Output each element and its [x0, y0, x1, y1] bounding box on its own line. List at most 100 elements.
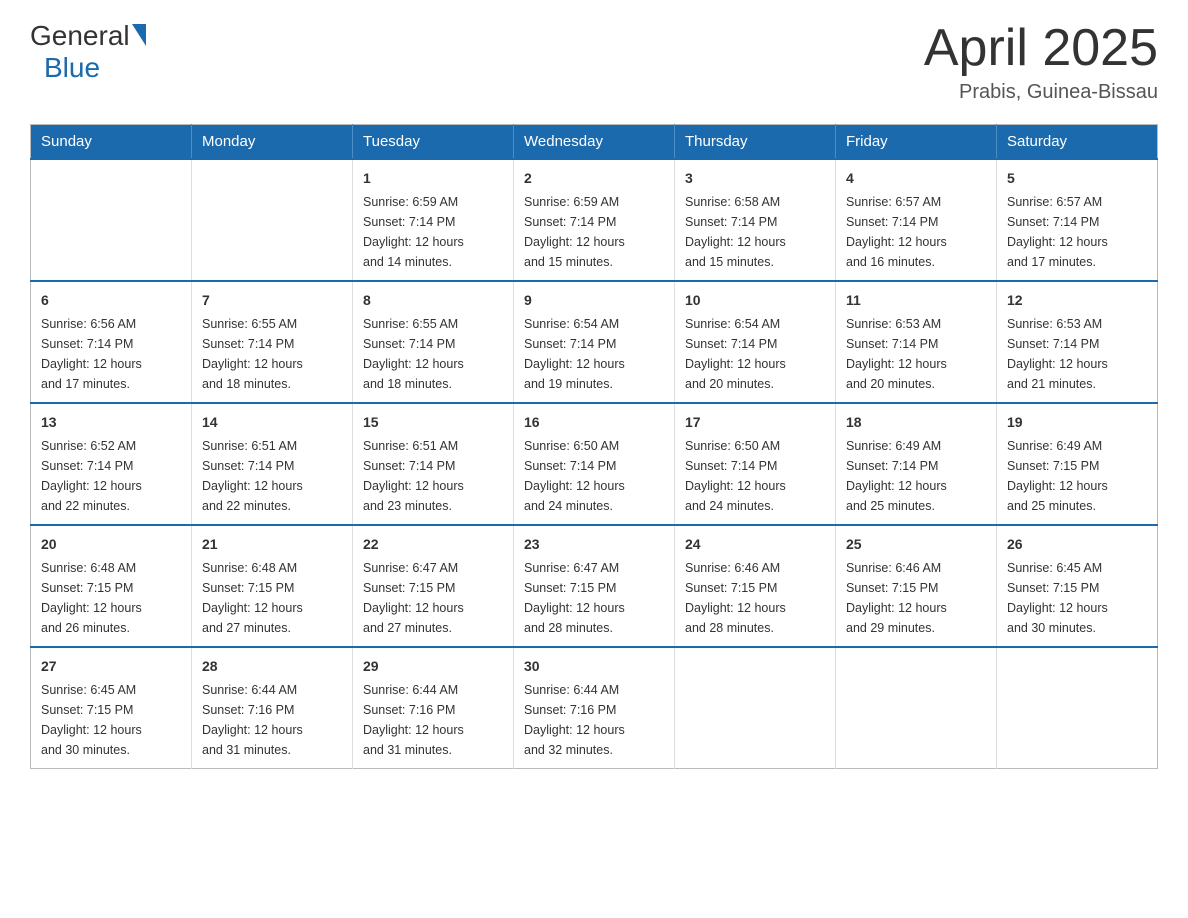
day-number: 14: [202, 412, 342, 433]
day-number: 5: [1007, 168, 1147, 189]
calendar-cell: 15 Sunrise: 6:51 AMSunset: 7:14 PMDayligh…: [353, 403, 514, 525]
day-number: 10: [685, 290, 825, 311]
day-info: Sunrise: 6:51 AMSunset: 7:14 PMDaylight:…: [202, 436, 342, 516]
calendar-cell: 21Sunrise: 6:48 AMSunset: 7:15 PMDayligh…: [192, 525, 353, 647]
calendar-cell: 30 Sunrise: 6:44 AMSunset: 7:16 PMDayligh…: [514, 647, 675, 769]
calendar-header-tuesday: Tuesday: [353, 125, 514, 160]
calendar-cell: 7Sunrise: 6:55 AMSunset: 7:14 PMDaylight…: [192, 281, 353, 403]
calendar-cell: 2 Sunrise: 6:59 AMSunset: 7:14 PMDaylight…: [514, 159, 675, 281]
page-subtitle: Prabis, Guinea-Bissau: [924, 81, 1158, 104]
day-number: 15: [363, 412, 503, 433]
day-number: 21: [202, 534, 342, 555]
title-area: April 2025 Prabis, Guinea-Bissau: [924, 20, 1158, 104]
logo: General Blue: [30, 20, 146, 84]
calendar-cell: 20Sunrise: 6:48 AMSunset: 7:15 PMDayligh…: [31, 525, 192, 647]
day-number: 26: [1007, 534, 1147, 555]
day-number: 8: [363, 290, 503, 311]
day-number: 16: [524, 412, 664, 433]
calendar-cell: 10 Sunrise: 6:54 AMSunset: 7:14 PMDayligh…: [675, 281, 836, 403]
calendar-cell: 27 Sunrise: 6:45 AMSunset: 7:15 PMDayligh…: [31, 647, 192, 769]
calendar-header-thursday: Thursday: [675, 125, 836, 160]
day-info: Sunrise: 6:51 AMSunset: 7:14 PMDaylight:…: [363, 436, 503, 516]
day-info: Sunrise: 6:54 AMSunset: 7:14 PMDaylight:…: [524, 314, 664, 394]
day-number: 4: [846, 168, 986, 189]
day-number: 9: [524, 290, 664, 311]
day-number: 22: [363, 534, 503, 555]
calendar-cell: 24 Sunrise: 6:46 AMSunset: 7:15 PMDayligh…: [675, 525, 836, 647]
calendar-header-friday: Friday: [836, 125, 997, 160]
calendar-cell: 23 Sunrise: 6:47 AMSunset: 7:15 PMDayligh…: [514, 525, 675, 647]
calendar-header-saturday: Saturday: [997, 125, 1158, 160]
calendar-cell: 9 Sunrise: 6:54 AMSunset: 7:14 PMDaylight…: [514, 281, 675, 403]
day-info: Sunrise: 6:59 AMSunset: 7:14 PMDaylight:…: [524, 192, 664, 272]
day-info: Sunrise: 6:47 AMSunset: 7:15 PMDaylight:…: [363, 558, 503, 638]
day-number: 29: [363, 656, 503, 677]
calendar-cell: 6Sunrise: 6:56 AMSunset: 7:14 PMDaylight…: [31, 281, 192, 403]
day-info: Sunrise: 6:57 AMSunset: 7:14 PMDaylight:…: [1007, 192, 1147, 272]
day-number: 27: [41, 656, 181, 677]
calendar-week-row: 13Sunrise: 6:52 AMSunset: 7:14 PMDayligh…: [31, 403, 1158, 525]
calendar-header-wednesday: Wednesday: [514, 125, 675, 160]
calendar-cell: 5 Sunrise: 6:57 AMSunset: 7:14 PMDaylight…: [997, 159, 1158, 281]
calendar-cell: [997, 647, 1158, 769]
calendar-week-row: 1 Sunrise: 6:59 AMSunset: 7:14 PMDaylight…: [31, 159, 1158, 281]
day-info: Sunrise: 6:53 AMSunset: 7:14 PMDaylight:…: [1007, 314, 1147, 394]
calendar-cell: 11 Sunrise: 6:53 AMSunset: 7:14 PMDayligh…: [836, 281, 997, 403]
day-info: Sunrise: 6:53 AMSunset: 7:14 PMDaylight:…: [846, 314, 986, 394]
calendar-cell: 13Sunrise: 6:52 AMSunset: 7:14 PMDayligh…: [31, 403, 192, 525]
day-number: 11: [846, 290, 986, 311]
calendar-cell: 16Sunrise: 6:50 AMSunset: 7:14 PMDayligh…: [514, 403, 675, 525]
page-title: April 2025: [924, 20, 1158, 77]
calendar-cell: 28 Sunrise: 6:44 AMSunset: 7:16 PMDayligh…: [192, 647, 353, 769]
day-number: 19: [1007, 412, 1147, 433]
day-info: Sunrise: 6:45 AMSunset: 7:15 PMDaylight:…: [41, 680, 181, 760]
calendar-cell: [836, 647, 997, 769]
calendar-cell: 22 Sunrise: 6:47 AMSunset: 7:15 PMDayligh…: [353, 525, 514, 647]
calendar-cell: 8 Sunrise: 6:55 AMSunset: 7:14 PMDaylight…: [353, 281, 514, 403]
logo-blue-text: Blue: [44, 52, 100, 84]
calendar-table: SundayMondayTuesdayWednesdayThursdayFrid…: [30, 124, 1158, 769]
day-number: 17: [685, 412, 825, 433]
calendar-cell: 14 Sunrise: 6:51 AMSunset: 7:14 PMDayligh…: [192, 403, 353, 525]
day-number: 24: [685, 534, 825, 555]
day-number: 12: [1007, 290, 1147, 311]
day-number: 23: [524, 534, 664, 555]
day-number: 2: [524, 168, 664, 189]
day-number: 30: [524, 656, 664, 677]
day-info: Sunrise: 6:58 AMSunset: 7:14 PMDaylight:…: [685, 192, 825, 272]
day-info: Sunrise: 6:59 AMSunset: 7:14 PMDaylight:…: [363, 192, 503, 272]
logo-triangle-icon: [132, 24, 146, 46]
calendar-week-row: 6Sunrise: 6:56 AMSunset: 7:14 PMDaylight…: [31, 281, 1158, 403]
calendar-cell: 1 Sunrise: 6:59 AMSunset: 7:14 PMDaylight…: [353, 159, 514, 281]
calendar-cell: 25Sunrise: 6:46 AMSunset: 7:15 PMDayligh…: [836, 525, 997, 647]
day-info: Sunrise: 6:55 AMSunset: 7:14 PMDaylight:…: [202, 314, 342, 394]
calendar-week-row: 20Sunrise: 6:48 AMSunset: 7:15 PMDayligh…: [31, 525, 1158, 647]
day-number: 1: [363, 168, 503, 189]
calendar-cell: 17 Sunrise: 6:50 AMSunset: 7:14 PMDayligh…: [675, 403, 836, 525]
day-info: Sunrise: 6:46 AMSunset: 7:15 PMDaylight:…: [685, 558, 825, 638]
calendar-cell: [192, 159, 353, 281]
calendar-cell: 19Sunrise: 6:49 AMSunset: 7:15 PMDayligh…: [997, 403, 1158, 525]
day-info: Sunrise: 6:44 AMSunset: 7:16 PMDaylight:…: [202, 680, 342, 760]
day-info: Sunrise: 6:50 AMSunset: 7:14 PMDaylight:…: [685, 436, 825, 516]
day-info: Sunrise: 6:46 AMSunset: 7:15 PMDaylight:…: [846, 558, 986, 638]
calendar-cell: 18Sunrise: 6:49 AMSunset: 7:14 PMDayligh…: [836, 403, 997, 525]
day-info: Sunrise: 6:44 AMSunset: 7:16 PMDaylight:…: [524, 680, 664, 760]
day-number: 3: [685, 168, 825, 189]
day-number: 28: [202, 656, 342, 677]
day-info: Sunrise: 6:56 AMSunset: 7:14 PMDaylight:…: [41, 314, 181, 394]
day-info: Sunrise: 6:44 AMSunset: 7:16 PMDaylight:…: [363, 680, 503, 760]
calendar-header-monday: Monday: [192, 125, 353, 160]
day-info: Sunrise: 6:55 AMSunset: 7:14 PMDaylight:…: [363, 314, 503, 394]
calendar-header-sunday: Sunday: [31, 125, 192, 160]
day-number: 18: [846, 412, 986, 433]
calendar-cell: 12 Sunrise: 6:53 AMSunset: 7:14 PMDayligh…: [997, 281, 1158, 403]
calendar-cell: [675, 647, 836, 769]
calendar-header-row: SundayMondayTuesdayWednesdayThursdayFrid…: [31, 125, 1158, 160]
calendar-cell: 29 Sunrise: 6:44 AMSunset: 7:16 PMDayligh…: [353, 647, 514, 769]
day-info: Sunrise: 6:47 AMSunset: 7:15 PMDaylight:…: [524, 558, 664, 638]
calendar-cell: 26Sunrise: 6:45 AMSunset: 7:15 PMDayligh…: [997, 525, 1158, 647]
day-info: Sunrise: 6:54 AMSunset: 7:14 PMDaylight:…: [685, 314, 825, 394]
page-header: General Blue April 2025 Prabis, Guinea-B…: [30, 20, 1158, 104]
calendar-cell: [31, 159, 192, 281]
